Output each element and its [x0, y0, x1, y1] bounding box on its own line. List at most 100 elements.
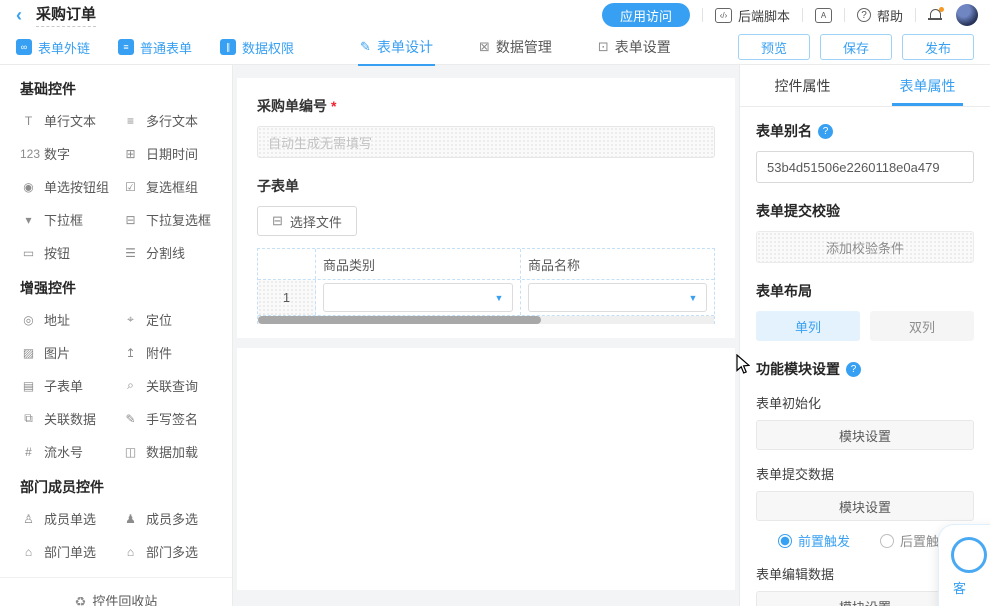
control-item[interactable]: ⊟下拉复选框 [122, 210, 224, 229]
radio-label: 前置触发 [798, 531, 850, 550]
serial-input[interactable]: 自动生成无需填写 [257, 126, 715, 158]
lookup-query-icon: ⌕ [122, 378, 139, 393]
attachment-icon: ↥ [122, 346, 139, 360]
notification-dot [939, 7, 944, 12]
required-mark: * [331, 98, 336, 114]
control-item[interactable]: ↥附件 [122, 343, 224, 362]
back-button[interactable]: ‹ [16, 6, 22, 24]
preview-button[interactable]: 预览 [738, 34, 810, 60]
layout-title: 表单布局 [756, 281, 974, 301]
control-item[interactable]: 123数字 [20, 144, 122, 163]
help-button[interactable]: ? 帮助 [857, 6, 903, 25]
choose-file-button[interactable]: ⊟ 选择文件 [257, 206, 357, 236]
control-item[interactable]: ▭按钮 [20, 243, 122, 262]
save-button[interactable]: 保存 [820, 34, 892, 60]
control-item[interactable]: ▨ 图片 [20, 343, 122, 362]
control-item[interactable]: ≡多行文本 [122, 111, 224, 130]
control-item[interactable]: ⊞日期时间 [122, 144, 224, 163]
category-select[interactable]: ▼ [323, 283, 513, 312]
single-line-text-icon: T [20, 114, 37, 128]
dropdown-icon: ▾ [20, 213, 37, 227]
control-item[interactable]: ◎地址 [20, 310, 122, 329]
help-badge-icon[interactable]: ? [818, 124, 833, 139]
control-item-label: 成员多选 [146, 509, 198, 528]
canvas-lower-area[interactable] [237, 348, 735, 590]
notification-bell-icon[interactable] [928, 7, 944, 23]
control-item[interactable]: ⌕关联查询 [122, 376, 224, 395]
recycle-bin-button[interactable]: ♻控件回收站 [0, 577, 232, 606]
control-item[interactable]: ⌂部门单选 [20, 542, 122, 561]
control-item-label: 图片 [44, 343, 70, 362]
image-icon: ▨ [20, 346, 37, 360]
data-load-icon: ◫ [122, 445, 139, 459]
horizontal-scrollbar[interactable] [258, 316, 714, 324]
control-item[interactable]: ♙成员单选 [20, 509, 122, 528]
subform-table: 商品类别 商品名称 1 ▼ [257, 248, 715, 324]
scrollbar-thumb[interactable] [258, 316, 541, 324]
control-item[interactable]: ✎手写签名 [122, 409, 224, 428]
toolbar-left: ∞表单外链 ≡普通表单 ∥数据权限 [16, 38, 294, 57]
control-item-label: 单选按钮组 [44, 177, 109, 196]
control-item[interactable]: T单行文本 [20, 111, 122, 130]
radio-group-icon: ◉ [20, 180, 37, 194]
subform-field[interactable]: 子表单 ⊟ 选择文件 商品类别 商品名称 1 [257, 176, 715, 324]
datetime-icon: ⊞ [122, 147, 139, 161]
help-badge-icon[interactable]: ? [846, 362, 861, 377]
group-title: 部门成员控件 [20, 477, 232, 497]
panel-tab-1[interactable]: 控件属性 [740, 65, 865, 106]
module-settings-button[interactable]: 模块设置 [756, 491, 974, 521]
layout-segment: 单列双列 [756, 311, 974, 341]
name-column-header: 商品名称 [521, 249, 714, 279]
sidebar-groups: 基础控件T单行文本≡多行文本123数字⊞日期时间◉单选按钮组☑复选框组▾下拉框⊟… [0, 79, 232, 561]
control-item[interactable]: ⌂部门多选 [122, 542, 224, 561]
chevron-down-icon: ▼ [680, 293, 706, 303]
app-access-button[interactable]: 应用访问 [602, 3, 690, 27]
tab-1[interactable]: ✎表单设计 [360, 37, 433, 57]
module-section-label: 表单初始化 [756, 393, 974, 412]
add-validation-button[interactable]: 添加校验条件 [756, 231, 974, 263]
form-design-icon: ✎ [360, 39, 371, 55]
control-item-label: 地址 [44, 310, 70, 329]
layout-option-2[interactable]: 双列 [870, 311, 974, 341]
control-item[interactable]: ⌖定位 [122, 310, 224, 329]
form-link-icon: ∞ [16, 39, 32, 55]
control-item[interactable]: ◫数据加载 [122, 442, 224, 461]
control-item[interactable]: ▾ 下拉框 [20, 210, 122, 229]
publish-button[interactable]: 发布 [902, 34, 974, 60]
recycle-label: 控件回收站 [92, 594, 157, 606]
radio-option[interactable]: 前置触发 [778, 531, 850, 550]
toolbar-item-3[interactable]: ∥数据权限 [220, 38, 294, 57]
serial-number-icon: # [20, 445, 37, 459]
control-item[interactable]: ☑复选框组 [122, 177, 224, 196]
page-title[interactable]: 采购订单 [36, 3, 96, 27]
serial-placeholder: 自动生成无需填写 [268, 133, 372, 152]
module-settings-button[interactable]: 模块设置 [756, 420, 974, 450]
control-item-label: 部门多选 [146, 542, 198, 561]
layout-option-1[interactable]: 单列 [756, 311, 860, 341]
control-item-label: 按钮 [44, 243, 70, 262]
help-label: 帮助 [877, 6, 903, 25]
toolbar-item-1[interactable]: ∞表单外链 [16, 38, 90, 57]
control-item[interactable]: ⧉关联数据 [20, 409, 122, 428]
toolbar-item-2[interactable]: ≡普通表单 [118, 38, 192, 57]
translate-icon[interactable]: A [815, 8, 832, 23]
control-item[interactable]: ♟成员多选 [122, 509, 224, 528]
avatar[interactable] [956, 4, 978, 26]
form-alias-value: 53b4d51506e2260118e0a479 [767, 160, 940, 175]
control-item[interactable]: ◉ 单选按钮组 [20, 177, 122, 196]
panel-tab-2[interactable]: 表单属性 [865, 65, 990, 106]
control-item[interactable]: ☰分割线 [122, 243, 224, 262]
form-alias-input[interactable]: 53b4d51506e2260118e0a479 [756, 151, 974, 183]
control-item[interactable]: ▤子表单 [20, 376, 122, 395]
control-item[interactable]: #流水号 [20, 442, 122, 461]
serial-field[interactable]: 采购单编号* 自动生成无需填写 [257, 96, 715, 158]
control-item-label: 下拉框 [44, 210, 83, 229]
customer-service-widget[interactable]: 客 [938, 524, 990, 606]
backend-script-button[interactable]: ‹/› 后端脚本 [715, 6, 790, 25]
name-select[interactable]: ▼ [528, 283, 707, 312]
normal-form-icon: ≡ [118, 39, 134, 55]
tab-2[interactable]: ⊠数据管理 [479, 37, 552, 57]
tab-3[interactable]: ⊡表单设置 [598, 37, 671, 57]
toolbar-item-label: 数据权限 [242, 38, 294, 57]
toolbar-tabs: ✎表单设计 ⊠数据管理 ⊡表单设置 [360, 37, 671, 57]
